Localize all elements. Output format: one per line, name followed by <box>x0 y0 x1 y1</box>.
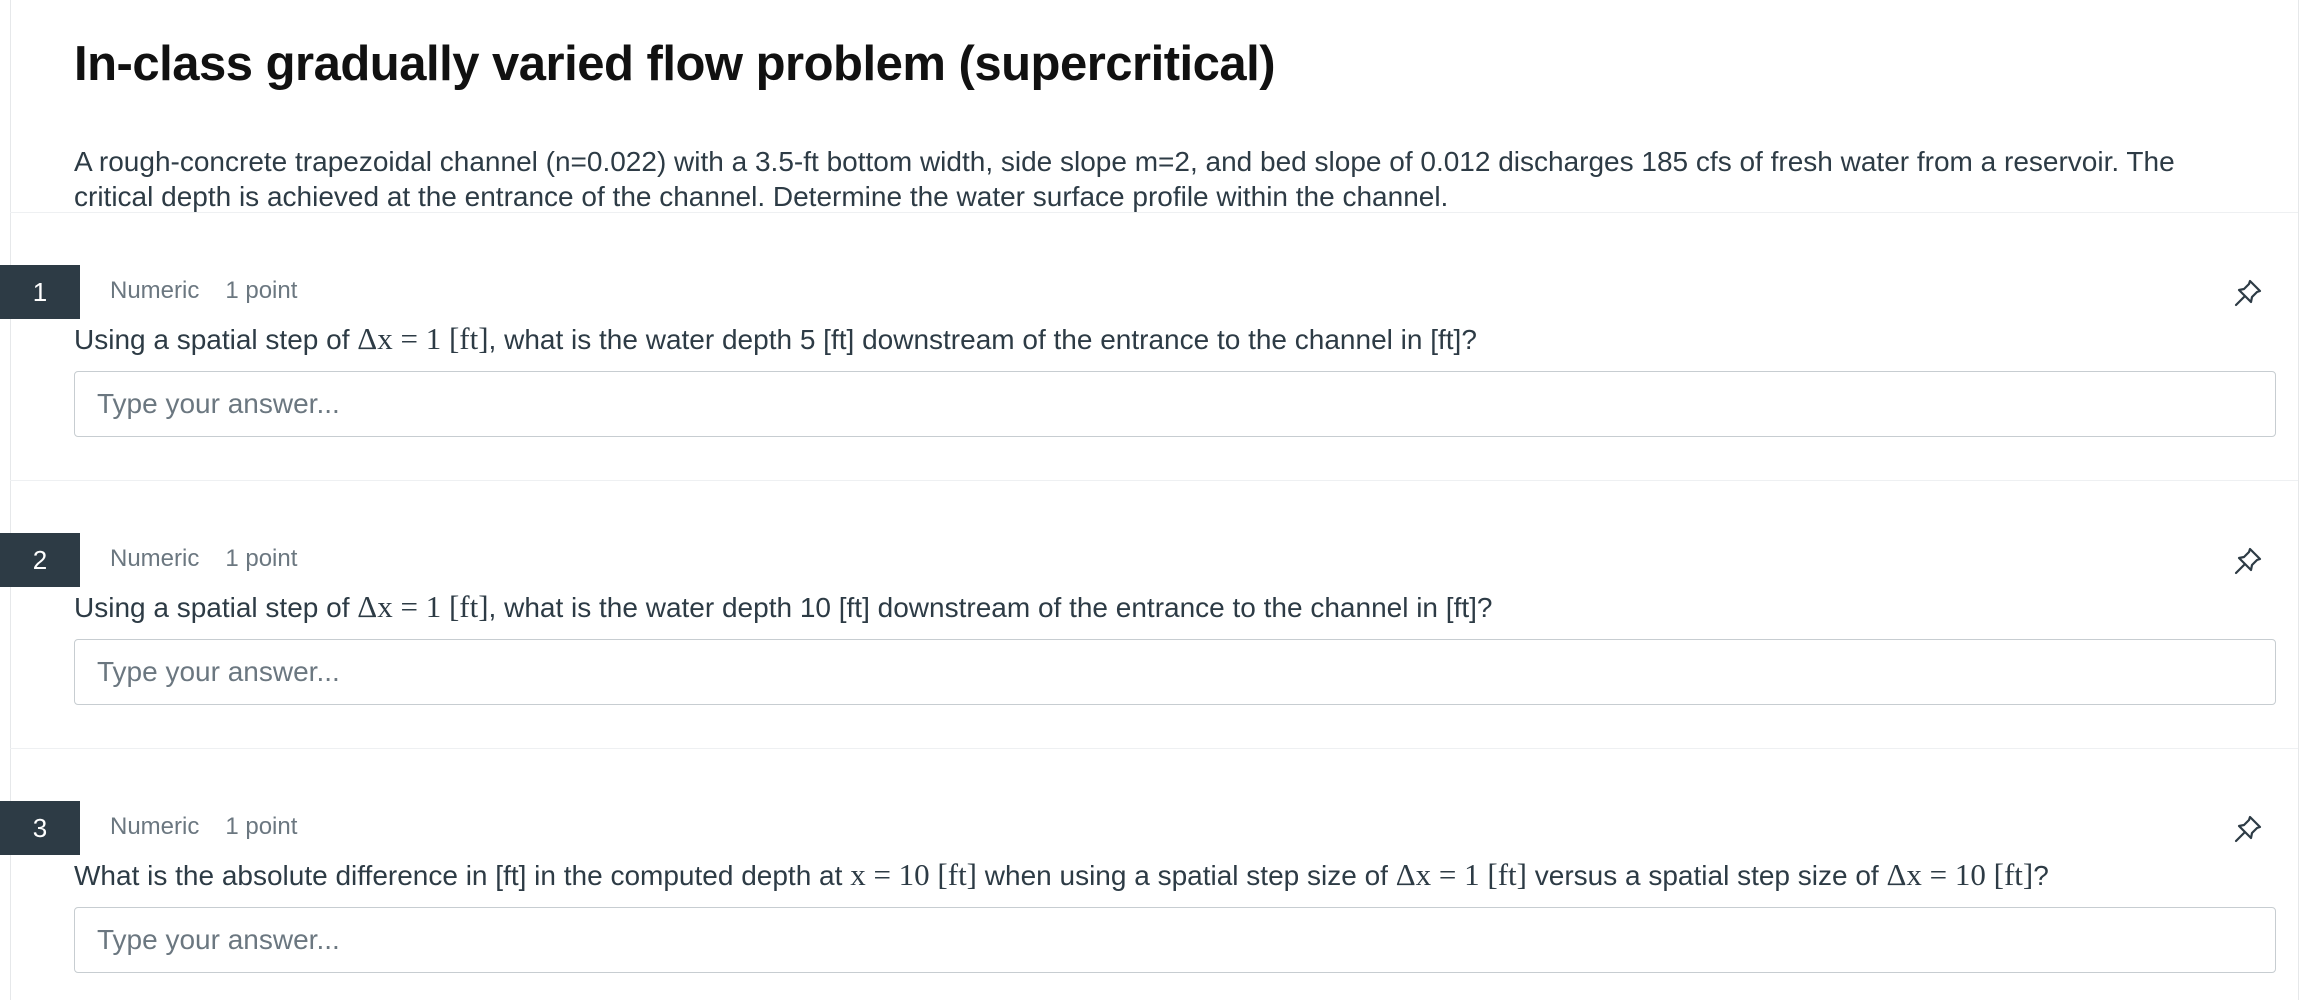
question-text-part: versus a spatial step size of <box>1526 860 1887 891</box>
section-divider <box>10 212 2298 213</box>
pin-icon[interactable] <box>2232 813 2264 845</box>
math-expression: Δx = 1 [ft] <box>357 589 489 624</box>
question-text-part: What is the absolute difference in [ft] … <box>74 860 851 891</box>
section-divider <box>10 748 2298 749</box>
question-number: 3 <box>0 801 80 855</box>
math-expression: Δx = 10 [ft] <box>1886 857 2034 892</box>
math-expression: Δx = 1 [ft] <box>1395 857 1527 892</box>
page-title: In-class gradually varied flow problem (… <box>74 37 1276 91</box>
answer-input[interactable] <box>74 639 2276 705</box>
math-expression: x = 10 [ft] <box>850 857 978 892</box>
question-number: 1 <box>0 265 80 319</box>
question-number: 2 <box>0 533 80 587</box>
question-points: 1 point <box>225 277 298 304</box>
question-text-part: Using a spatial step of <box>74 592 358 623</box>
answer-input[interactable] <box>74 907 2276 973</box>
question-text-part: ? <box>2033 860 2049 891</box>
question-type: Numeric <box>110 277 200 304</box>
question-meta: Numeric 1 point <box>110 277 297 305</box>
question-type: Numeric <box>110 813 200 840</box>
question-2: 2 Numeric 1 point Using a spatial step of… <box>0 533 2306 723</box>
pin-icon[interactable] <box>2232 545 2264 577</box>
question-text-part: when using a spatial step size of <box>977 860 1396 891</box>
math-expression: Δx = 1 [ft] <box>357 321 489 356</box>
question-text: What is the absolute difference in [ft] … <box>74 857 2049 893</box>
question-text-part: , what is the water depth 10 [ft] downst… <box>488 592 1493 623</box>
pin-icon[interactable] <box>2232 277 2264 309</box>
question-points: 1 point <box>225 813 298 840</box>
question-text: Using a spatial step of Δx = 1 [ft], wha… <box>74 589 1492 625</box>
answer-input[interactable] <box>74 371 2276 437</box>
quiz-page: In-class gradually varied flow problem (… <box>0 0 2306 1000</box>
problem-description: A rough-concrete trapezoidal channel (n=… <box>74 146 2175 212</box>
question-text-part: , what is the water depth 5 [ft] downstr… <box>488 324 1477 355</box>
question-meta: Numeric 1 point <box>110 813 297 841</box>
question-type: Numeric <box>110 545 200 572</box>
question-1: 1 Numeric 1 point Using a spatial step of… <box>0 265 2306 455</box>
question-points: 1 point <box>225 545 298 572</box>
section-divider <box>10 480 2298 481</box>
question-meta: Numeric 1 point <box>110 545 297 573</box>
question-3: 3 Numeric 1 point What is the absolute di… <box>0 801 2306 991</box>
question-text-part: Using a spatial step of <box>74 324 358 355</box>
question-text: Using a spatial step of Δx = 1 [ft], wha… <box>74 321 1477 357</box>
